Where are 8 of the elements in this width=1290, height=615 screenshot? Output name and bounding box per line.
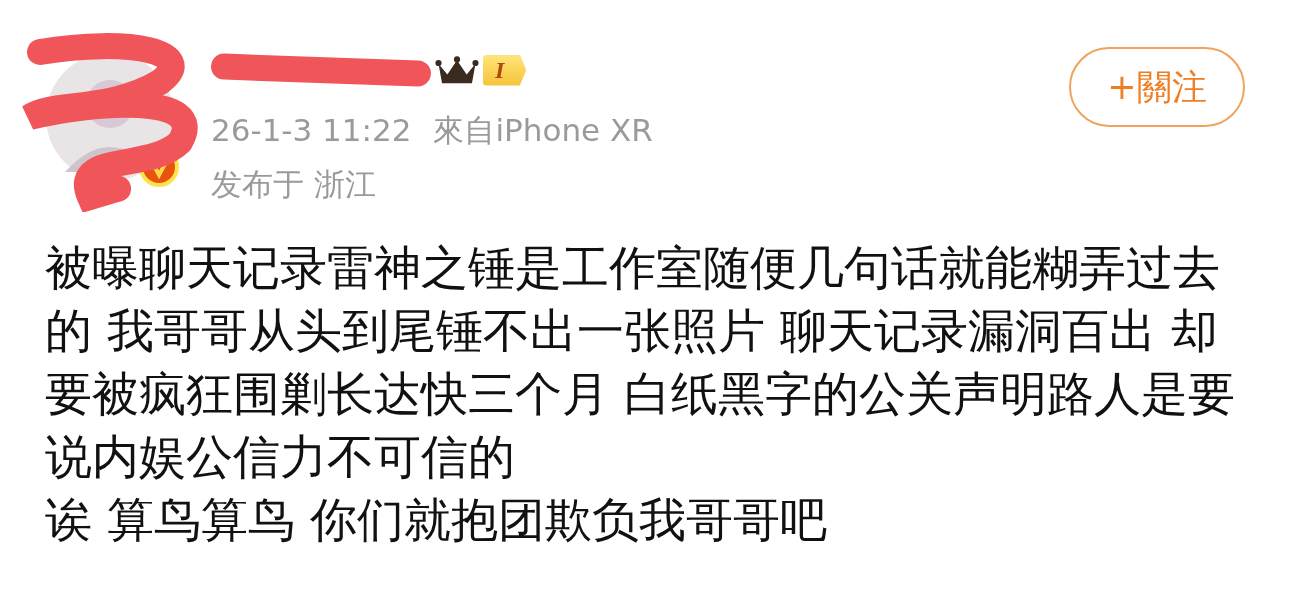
- post-time: 26-1-3 11:22: [211, 112, 412, 148]
- follow-button[interactable]: +關注: [1069, 47, 1245, 127]
- post-source: 來自iPhone XR: [433, 112, 653, 148]
- post-location: 发布于 浙江: [211, 165, 377, 204]
- level-badge: I: [483, 54, 527, 86]
- post-text: 被曝聊天记录雷神之锤是工作室随便几句话就能糊弄过去的 我哥哥从头到尾锤不出一张照片 聊天记录漏洞百出 却要被疯狂围剿长达快三个月 白纸黑字的公关声明路人是要说内娱公信力不可信的: [45, 239, 1236, 486]
- post-text: 诶 算鸟算鸟 你们就抱团欺负我哥哥吧: [45, 491, 828, 549]
- crown-icon: [435, 54, 479, 86]
